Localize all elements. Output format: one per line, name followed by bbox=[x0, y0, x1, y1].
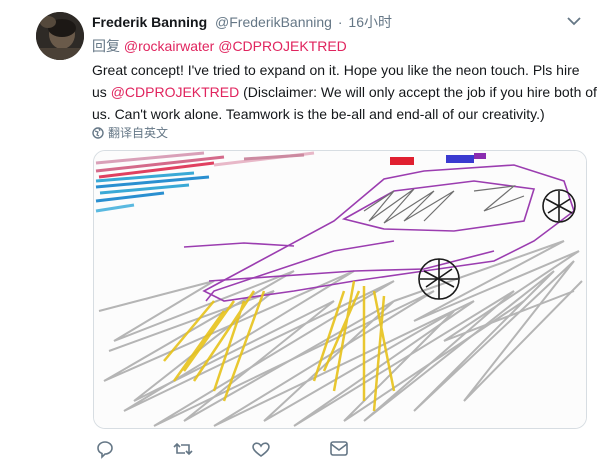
tweet-card[interactable]: Frederik Banning @FrederikBanning · 16小时… bbox=[0, 0, 610, 467]
reply-icon[interactable] bbox=[94, 438, 116, 460]
reply-context: 回复 @rockairwater @CDPROJEKTRED bbox=[92, 36, 347, 56]
share-icon[interactable] bbox=[328, 438, 350, 460]
avatar-photo bbox=[36, 12, 84, 60]
retweet-icon[interactable] bbox=[172, 438, 194, 460]
translate-label: 翻译自英文 bbox=[108, 126, 169, 140]
reply-prefix: 回复 bbox=[92, 38, 120, 54]
tweet-mention[interactable]: @CDPROJEKTRED bbox=[111, 84, 240, 100]
timestamp[interactable]: 16小时 bbox=[348, 14, 392, 30]
chevron-down-icon[interactable] bbox=[566, 14, 582, 28]
tweet-actions bbox=[92, 438, 512, 462]
translate-link[interactable]: 翻译自英文 bbox=[92, 124, 168, 141]
reply-mention-1[interactable]: @rockairwater bbox=[124, 38, 214, 54]
tweet-text: Great concept! I've tried to expand on i… bbox=[92, 59, 598, 125]
car-drawing bbox=[94, 151, 586, 428]
reply-mention-2[interactable]: @CDPROJEKTRED bbox=[218, 38, 347, 54]
globe-icon bbox=[92, 126, 104, 139]
avatar[interactable] bbox=[36, 12, 84, 60]
user-handle[interactable]: @FrederikBanning bbox=[215, 14, 332, 30]
tweet-header: Frederik Banning @FrederikBanning · 16小时 bbox=[92, 12, 392, 32]
separator-dot: · bbox=[337, 14, 343, 30]
like-icon[interactable] bbox=[250, 438, 272, 460]
tweet-media-image[interactable] bbox=[93, 150, 587, 429]
display-name[interactable]: Frederik Banning bbox=[92, 14, 207, 30]
